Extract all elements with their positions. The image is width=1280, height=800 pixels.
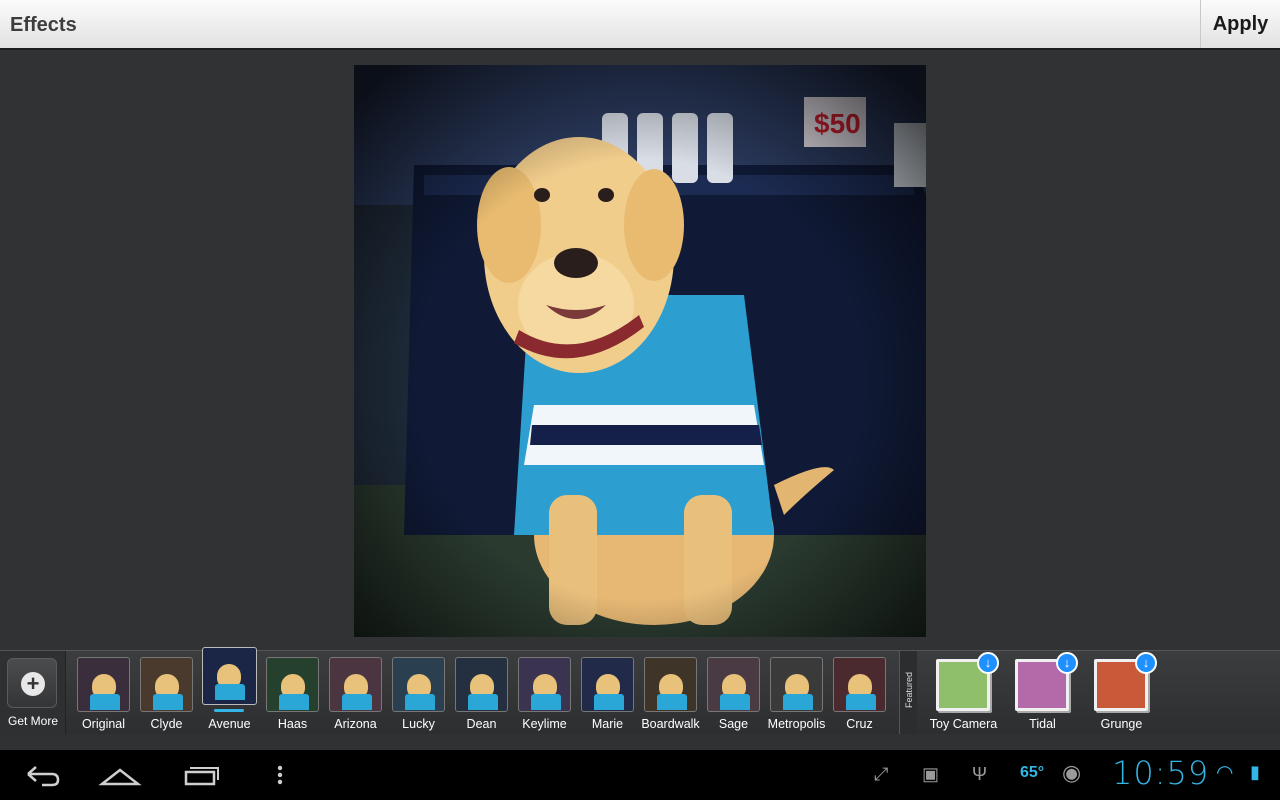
back-button[interactable] [22,760,72,790]
effect-thumbnail-image [77,657,130,712]
page-title: Effects [10,14,77,36]
download-icon: ↓ [977,652,999,674]
effect-boardwalk-button[interactable]: Boardwalk [639,651,702,735]
featured-effect-label: Toy Camera [929,717,998,731]
thumbnail-jersey-shape [468,694,498,710]
recent-apps-button[interactable] [182,760,232,790]
thumbnail-jersey-shape [90,694,120,710]
thumbnail-jersey-shape [846,694,876,710]
effect-keylime-button[interactable]: Keylime [513,651,576,735]
back-icon [27,766,60,787]
battery-charging-icon: ▮ [1250,762,1260,782]
get-more-tile: + [7,658,57,708]
get-more-label: Get More [7,714,58,728]
effect-thumbnail-image [770,657,823,712]
effects-strip: + Get More Original Clyde Avenue Haas Arizon… [0,647,1280,735]
system-navigation-bar: ⤢ ▣ Ψ 65° ◉ 10:59 ◠ ▮ [0,734,1280,800]
effect-cruz-button[interactable]: Cruz [828,651,891,735]
effect-thumbnail-image [644,657,697,712]
get-more-button[interactable]: + Get More [0,651,66,735]
dog-photo-illustration: $50 [354,65,926,637]
effect-thumbnail-image [202,647,257,705]
thumbnail-jersey-shape [531,694,561,710]
effect-dean-button[interactable]: Dean [450,651,513,735]
plus-icon: + [21,672,45,696]
thumbnail-jersey-shape [657,694,687,710]
thumbnail-jersey-shape [279,694,309,710]
thumbnail-jersey-shape [153,694,183,710]
featured-toy-camera-button[interactable]: ↓ Toy Camera [924,651,1003,735]
thumbnail-jersey-shape [215,684,245,700]
featured-tidal-button[interactable]: ↓ Tidal [1003,651,1082,735]
effect-avenue-button[interactable]: Avenue [198,647,261,735]
thumbnail-jersey-shape [405,694,435,710]
home-button[interactable] [98,760,148,790]
featured-label: Featured [904,671,914,709]
effect-thumbnail-image [581,657,634,712]
download-icon: ↓ [1135,652,1157,674]
usb-icon: Ψ [972,764,988,784]
thumbnail-jersey-shape [594,694,624,710]
android-debug-icon: ▣ [922,764,940,784]
effect-original-button[interactable]: Original [72,651,135,735]
effect-thumbnail-image [140,657,193,712]
effect-thumbnail-image [266,657,319,712]
apply-button[interactable]: Apply [1200,0,1280,48]
thumbnail-jersey-shape [342,694,372,710]
effect-haas-button[interactable]: Haas [261,651,324,735]
featured-grunge-button[interactable]: ↓ Grunge [1082,651,1161,735]
effect-sage-button[interactable]: Sage [702,651,765,735]
temperature-indicator: 65° [1020,764,1045,781]
featured-divider: Featured [899,651,917,735]
effect-thumbnail-image [392,657,445,712]
featured-effect-label: Tidal [1029,717,1056,731]
photo-preview: $50 [354,65,926,637]
effect-thumbnail-image [707,657,760,712]
featured-effect-label: Grunge [1100,717,1143,731]
overflow-menu-icon [277,765,283,785]
effect-label: Cruz [846,717,873,731]
status-clock: 10:59 [1112,754,1210,792]
wifi-icon: ◠ [1216,762,1234,784]
menu-button[interactable] [270,760,320,790]
thumbnail-jersey-shape [720,694,750,710]
effect-lucky-button[interactable]: Lucky [387,651,450,735]
effect-thumbnail-image [833,657,886,712]
selected-indicator [214,709,244,712]
download-icon: ↓ [1056,652,1078,674]
photo-canvas: $50 [0,50,1280,650]
effect-metropolis-button[interactable]: Metropolis [765,651,828,735]
effect-thumbnail-image [455,657,508,712]
effect-marie-button[interactable]: Marie [576,651,639,735]
fullscreen-icon: ⤢ [874,764,889,784]
effect-thumbnail-image [329,657,382,712]
home-icon [98,768,142,786]
thumbnail-jersey-shape [783,694,813,710]
effects-screen: Effects Apply + Get More Original Clyde … [0,0,1280,800]
effect-clyde-button[interactable]: Clyde [135,651,198,735]
bird-app-icon: ◉ [1062,760,1082,785]
recent-apps-icon [184,767,219,786]
action-bar: Effects Apply [0,0,1280,50]
effect-thumbnail-image [518,657,571,712]
effect-arizona-button[interactable]: Arizona [324,651,387,735]
